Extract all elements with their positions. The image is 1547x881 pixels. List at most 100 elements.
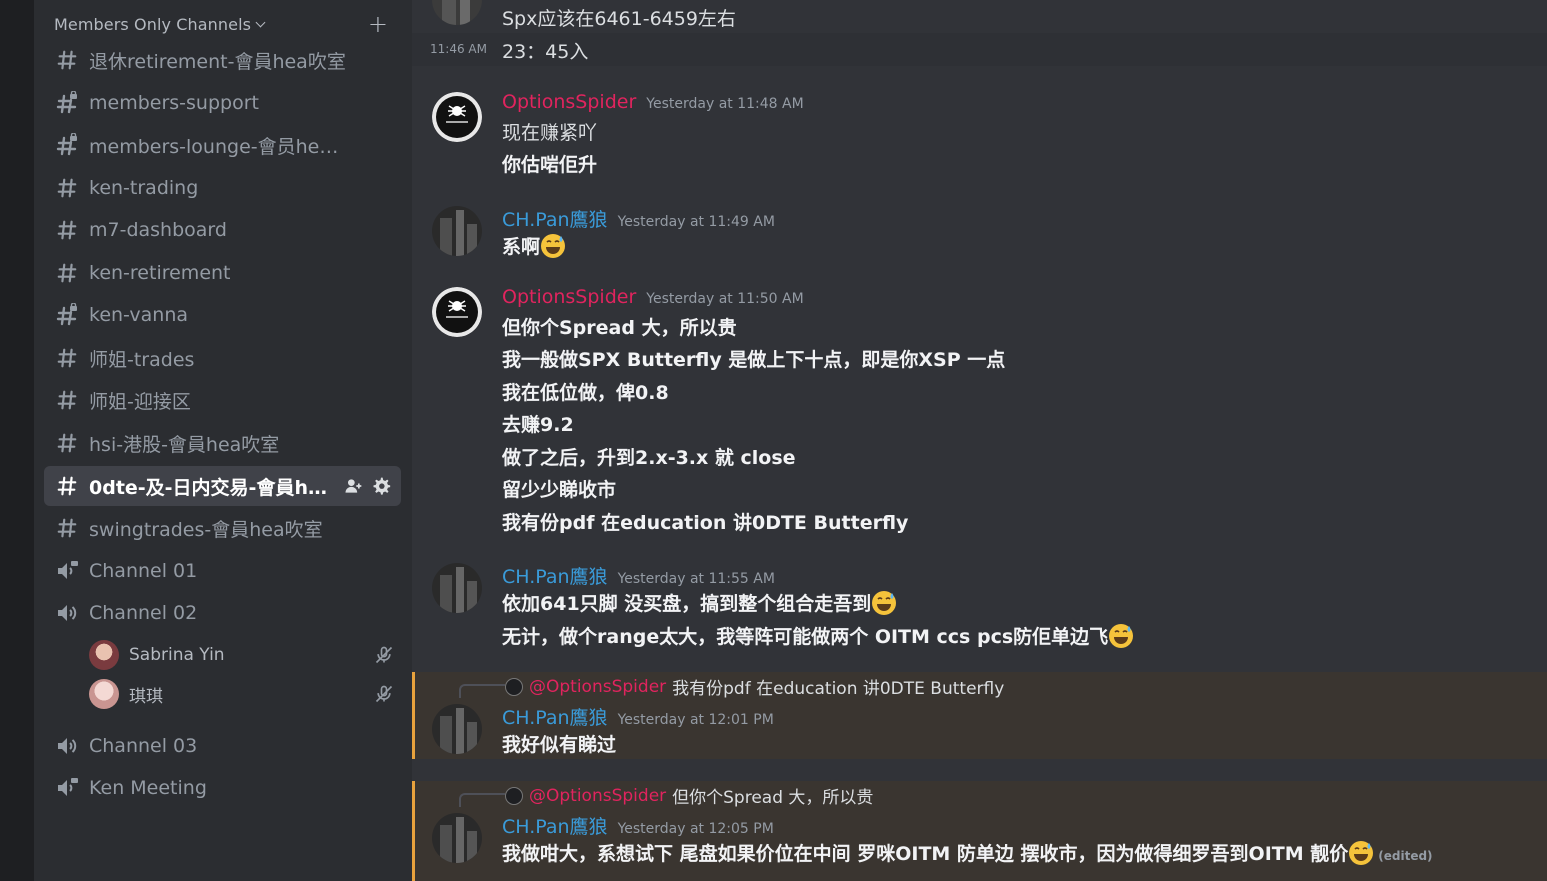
reply-text: 我有份pdf 在education 讲0DTE Butterfly [672,679,1005,699]
channel-item[interactable]: m7-dashboard [44,210,401,250]
server-rail [0,0,35,881]
message-line: 依加641只脚 没买盘，搞到整个组合走吾到 [502,589,897,616]
hashtag-icon [55,388,79,412]
message-text: 我在低位做，俾0.8 [502,382,669,404]
hashtag-icon [55,261,79,285]
speaker-icon [55,734,79,758]
author-name[interactable]: CH.Pan鷹狼 [502,209,608,231]
channel-item[interactable]: ken-trading [44,168,401,208]
voice-channel-item[interactable]: Channel 03 [44,726,401,766]
reply-preview[interactable]: @OptionsSpider 我有份pdf 在education 讲0DTE B… [505,674,1004,699]
message-text: 无计，做个range太大，我等阵可能做两个 OITM ccs pcs防佢单边飞 [502,626,1109,648]
reply-text: 但你个Spread 大，所以贵 [672,788,874,808]
reply-avatar [505,677,523,696]
avatar[interactable] [432,206,482,256]
channel-item[interactable]: ken-vanna [44,295,401,335]
chevron-down-icon [255,17,266,27]
avatar[interactable] [432,287,482,337]
message-header: CH.Pan鷹狼 Yesterday at 12:05 PM [502,812,774,839]
message-text: 23：45入 [502,41,589,63]
channel-item[interactable]: members-lounge-會员hea吹室 [44,125,401,165]
message-timestamp: Yesterday at 11:50 AM [646,291,804,307]
channel-name: members-support [89,92,259,114]
message-timestamp: Yesterday at 11:48 AM [646,96,804,112]
voice-user-name: Sabrina Yin [129,645,225,665]
channel-sidebar: Members Only Channels + 退休retirement-會員h… [35,0,412,881]
message-text: 系啊 [502,236,541,258]
avatar[interactable] [432,704,482,754]
add-channel-icon[interactable]: + [368,12,388,36]
channel-name: hsi-港股-會員hea吹室 [89,433,280,456]
message-text: 做了之后，升到2.x-3.x 就 close [502,447,796,469]
hashtag-icon [55,346,79,370]
channel-name: 师姐-trades [89,348,195,371]
channel-name: ken-trading [89,177,199,199]
sweat-smile-emoji-icon [1349,840,1374,865]
message-header: CH.Pan鷹狼 Yesterday at 11:55 AM [502,562,775,589]
channel-item[interactable]: 退休retirement-會員hea吹室 [44,40,401,80]
author-name[interactable]: CH.Pan鷹狼 [502,566,608,588]
reply-preview[interactable]: @OptionsSpider 但你个Spread 大，所以贵 [505,783,873,808]
channel-name: 0dte-及-日内交易-會員hea吹室 [89,476,329,499]
edited-label: (edited) [1378,849,1433,863]
invite-member-icon[interactable] [343,476,363,496]
hashtag-icon [55,474,79,498]
message-text: 我做咁大，系想试下 尾盘如果价位在中间 罗咪OITM 防单边 摆收市，因为做得细… [502,843,1349,865]
hashtag-icon [55,516,79,540]
reply-avatar [505,786,523,805]
hashtag-icon [55,48,79,72]
channel-item[interactable]: swingtrades-會員hea吹室 [44,508,401,548]
message-hover-row[interactable]: 11:46 AM 23：45入 [412,33,1547,66]
channel-name: ken-vanna [89,304,189,326]
reply-mention[interactable]: @OptionsSpider [529,677,666,697]
channel-item-active[interactable]: 0dte-及-日内交易-會員hea吹室 [44,466,401,506]
message-text: 我一般做SPX Butterfly 是做上下十点，即是你XSP 一点 [502,349,1006,371]
channel-tools [343,476,391,496]
avatar [432,0,482,25]
message-line: 无计，做个range太大，我等阵可能做两个 OITM ccs pcs防佢单边飞 [502,622,1134,649]
channel-name: m7-dashboard [89,219,227,241]
message-timestamp: Yesterday at 12:05 PM [617,821,774,837]
channel-item[interactable]: members-support [44,83,401,123]
author-name[interactable]: CH.Pan鷹狼 [502,816,608,838]
mic-muted-icon [375,685,393,703]
channel-item[interactable]: ken-retirement [44,253,401,293]
message-header: CH.Pan鷹狼 Yesterday at 12:01 PM [502,703,774,730]
channel-name: Channel 03 [89,735,198,757]
channel-item[interactable]: 师姐-trades [44,338,401,378]
author-name[interactable]: OptionsSpider [502,91,636,113]
message-line: 系啊 [502,232,566,259]
sweat-smile-emoji-icon [872,590,897,615]
voice-channel-item[interactable]: Channel 02 [44,593,401,633]
reply-mention[interactable]: @OptionsSpider [529,786,666,806]
channel-item[interactable]: hsi-港股-會員hea吹室 [44,423,401,463]
avatar[interactable] [432,92,482,142]
message-text: 依加641只脚 没买盘，搞到整个组合走吾到 [502,593,872,615]
message-text: Spx应该在6461-6459左右 [502,8,736,30]
gear-icon[interactable] [371,476,391,496]
author-name[interactable]: CH.Pan鷹狼 [502,707,608,729]
voice-user-name: 琪琪 [129,686,163,707]
hashtag-lock-icon [55,91,79,115]
message-text: 你估啱佢升 [502,154,598,176]
mention-message-row[interactable]: @OptionsSpider 我有份pdf 在education 讲0DTE B… [412,672,1547,759]
avatar[interactable] [432,813,482,863]
avatar [89,679,119,709]
hashtag-lock-icon [55,133,79,157]
voice-channel-item[interactable]: Channel 01 [44,551,401,591]
avatar[interactable] [432,563,482,613]
category-header[interactable]: Members Only Channels + [54,12,394,36]
message-timestamp: Yesterday at 12:01 PM [617,712,774,728]
author-name[interactable]: OptionsSpider [502,286,636,308]
hashtag-lock-icon [55,303,79,327]
voice-user[interactable]: 琪琪 [89,677,394,711]
message-line: 我做咁大，系想试下 尾盘如果价位在中间 罗咪OITM 防单边 摆收市，因为做得细… [502,839,1433,866]
channel-name: 师姐-迎接区 [89,390,191,413]
message-text: 但你个Spread 大，所以贵 [502,317,737,339]
channel-item[interactable]: 师姐-迎接区 [44,380,401,420]
voice-user[interactable]: Sabrina Yin [89,638,394,672]
mention-message-row[interactable]: @OptionsSpider 但你个Spread 大，所以贵 CH.Pan鷹狼 Y… [412,781,1547,881]
hashtag-icon [55,218,79,242]
channel-name: swingtrades-會員hea吹室 [89,518,323,541]
voice-channel-item[interactable]: Ken Meeting [44,768,401,808]
